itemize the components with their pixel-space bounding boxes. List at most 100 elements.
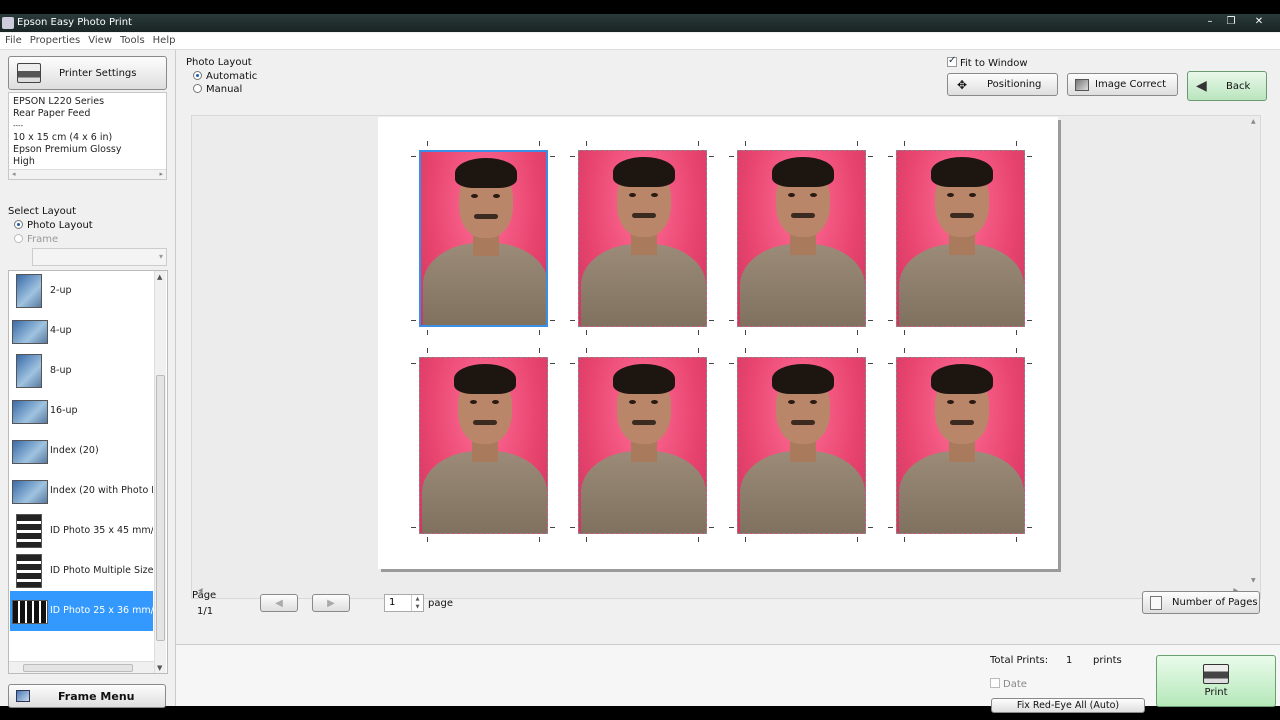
back-button[interactable]: ◀ Back (1187, 71, 1267, 101)
crop-mark (550, 320, 555, 321)
layout-item[interactable]: ID Photo 35 x 45 mm/6up (10, 511, 153, 551)
minimize-button[interactable]: – (1200, 15, 1220, 30)
photo-layout-radio[interactable]: Photo Layout (14, 220, 93, 231)
menu-tools[interactable]: Tools (115, 33, 148, 46)
next-page-button[interactable]: ▶ (312, 594, 350, 612)
page-label: Page (192, 590, 217, 601)
layout-list-hscroll[interactable] (9, 661, 154, 673)
app-window: Epson Easy Photo Print – ❐ ✕ File Propert… (0, 14, 1280, 713)
layout-item[interactable]: ID Photo Multiple Size (10, 551, 153, 591)
layout-item-selected[interactable]: ID Photo 25 x 36 mm/8up (10, 591, 153, 631)
menu-view[interactable]: View (83, 33, 115, 46)
id-photo[interactable] (419, 150, 548, 327)
layout-list[interactable]: 2-up 4-up 8-up 16-up Index (20) Index (2… (8, 270, 168, 674)
frame-dropdown[interactable]: ▾ (32, 248, 167, 266)
layout-item[interactable]: Index (20 with Photo Info) (10, 471, 153, 511)
scroll-down-icon: ▼ (1251, 577, 1256, 584)
checkbox-icon (990, 678, 1000, 688)
preview-hscroll[interactable]: ◀ ▶ (192, 586, 1250, 598)
maximize-button[interactable]: ❐ (1221, 15, 1241, 30)
paper-source: Rear Paper Feed (13, 108, 91, 119)
frame-menu-label: Frame Menu (58, 689, 135, 703)
layout-item[interactable]: 2-up (10, 271, 153, 311)
paper-size: 10 x 15 cm (4 x 6 in) (13, 132, 113, 143)
checkbox-icon (947, 55, 957, 67)
crop-mark (904, 537, 905, 542)
printer-icon (1203, 664, 1229, 684)
id-photo[interactable] (578, 150, 707, 327)
menu-properties[interactable]: Properties (25, 33, 84, 46)
crop-mark (550, 156, 555, 157)
crop-mark (888, 156, 893, 157)
print-quality: High (13, 156, 35, 167)
crop-mark (857, 330, 858, 335)
number-of-pages-button[interactable]: Number of Pages (1142, 591, 1260, 614)
crop-mark (698, 348, 699, 353)
photo-layout-label: Photo Layout (186, 57, 252, 68)
id-photo[interactable] (419, 357, 548, 534)
manual-radio[interactable]: Manual (193, 84, 242, 95)
page-number-input[interactable]: 1 ▲ ▼ (384, 594, 424, 612)
id-photo[interactable] (737, 150, 866, 327)
crop-mark (539, 537, 540, 542)
fit-to-window-checkbox[interactable]: Fit to Window (947, 55, 1028, 69)
date-checkbox[interactable]: Date (990, 678, 1027, 690)
layout-list-scrollbar[interactable]: ▲ ▼ (154, 271, 166, 673)
hscroll-thumb[interactable] (23, 664, 133, 672)
positioning-button[interactable]: ✥ Positioning (947, 73, 1058, 96)
frame-menu-button[interactable]: Frame Menu (8, 684, 166, 708)
crop-mark (698, 330, 699, 335)
chevron-down-icon: ▾ (158, 252, 163, 261)
crop-mark (586, 141, 587, 146)
crop-mark (709, 527, 714, 528)
crop-mark (868, 363, 873, 364)
id-photo[interactable] (896, 357, 1025, 534)
prev-page-button[interactable]: ◀ (260, 594, 298, 612)
layout-thumbnail-icon (12, 440, 48, 464)
printer-icon (17, 63, 41, 83)
crop-mark (729, 363, 734, 364)
id-photo[interactable] (578, 357, 707, 534)
prev-arrow-icon: ◀ (275, 597, 283, 609)
crop-mark (857, 348, 858, 353)
image-correct-button[interactable]: Image Correct (1067, 73, 1178, 96)
automatic-radio[interactable]: Automatic (193, 71, 257, 82)
crop-mark (698, 141, 699, 146)
close-button[interactable]: ✕ (1244, 15, 1274, 30)
layout-item[interactable]: 8-up (10, 351, 153, 391)
printer-settings-button[interactable]: Printer Settings (8, 56, 167, 90)
title-bar[interactable]: Epson Easy Photo Print – ❐ ✕ (0, 14, 1280, 32)
crop-mark (1027, 527, 1032, 528)
crop-mark (586, 348, 587, 353)
layout-thumbnail-icon (12, 320, 48, 344)
crop-mark (709, 156, 714, 157)
scroll-down-icon: ▼ (157, 664, 163, 672)
id-photo[interactable] (896, 150, 1025, 327)
crop-mark (1016, 537, 1017, 542)
crop-mark (904, 330, 905, 335)
spinner-icon[interactable]: ▲ ▼ (411, 595, 423, 611)
crop-mark (745, 537, 746, 542)
move-arrows-icon: ✥ (956, 77, 968, 92)
menu-file[interactable]: File (0, 33, 25, 46)
layout-thumbnail-icon (16, 554, 42, 588)
layout-item[interactable]: Index (20) (10, 431, 153, 471)
crop-mark (427, 141, 428, 146)
paper-type: Epson Premium Glossy (13, 144, 122, 155)
crop-mark (539, 348, 540, 353)
scroll-thumb[interactable] (156, 375, 165, 641)
layout-item[interactable]: 4-up (10, 311, 153, 351)
window-title: Epson Easy Photo Print (17, 17, 132, 28)
menu-help[interactable]: Help (148, 33, 179, 46)
frame-radio[interactable]: Frame (14, 234, 58, 245)
id-photo[interactable] (737, 357, 866, 534)
crop-mark (1027, 320, 1032, 321)
crop-mark (570, 156, 575, 157)
preview-vscroll[interactable]: ▲ ▼ (1248, 116, 1260, 586)
printer-settings-label: Printer Settings (59, 67, 137, 79)
print-button[interactable]: Print (1156, 655, 1276, 707)
info-hscroll[interactable]: ◂ ▸ (9, 169, 166, 179)
total-prints-value: 1 (1066, 655, 1073, 666)
fix-red-eye-button[interactable]: Fix Red-Eye All (Auto) (991, 698, 1145, 713)
layout-item[interactable]: 16-up (10, 391, 153, 431)
